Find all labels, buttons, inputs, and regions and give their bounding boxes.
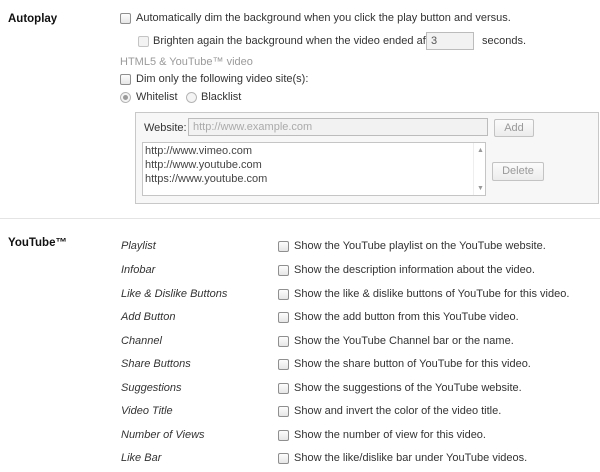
youtube-option-checkbox[interactable] (278, 289, 289, 300)
brighten-label: Brighten again the background when the v… (153, 35, 439, 47)
website-label: Website: (144, 122, 187, 134)
dim-only-checkbox[interactable] (120, 74, 131, 85)
youtube-option-name: Add Button (121, 311, 176, 323)
youtube-option-desc: Show and invert the color of the video t… (294, 405, 502, 417)
youtube-option-name: Video Title (121, 405, 173, 417)
youtube-option-name: Like & Dislike Buttons (121, 288, 228, 300)
youtube-option-name: Number of Views (121, 429, 205, 441)
dim-only-label: Dim only the following video site(s): (136, 73, 309, 85)
youtube-option-name: Playlist (121, 240, 156, 252)
youtube-option-desc: Show the YouTube playlist on the YouTube… (294, 240, 546, 252)
add-button[interactable]: Add (494, 119, 534, 137)
brighten-seconds-label: seconds. (482, 35, 527, 47)
brighten-checkbox[interactable] (138, 36, 149, 47)
youtube-option-desc: Show the number of view for this video. (294, 429, 486, 441)
brighten-seconds-input[interactable]: 3 (426, 32, 474, 50)
dim-on-play-checkbox[interactable] (120, 13, 131, 24)
listbox-scrollbar[interactable]: ▲ ▼ (473, 143, 486, 195)
youtube-option-name: Infobar (121, 264, 156, 276)
youtube-option-checkbox[interactable] (278, 336, 289, 347)
youtube-option-checkbox[interactable] (278, 265, 289, 276)
youtube-option-name: Suggestions (121, 382, 182, 394)
list-item[interactable]: http://www.youtube.com (145, 159, 262, 171)
whitelist-radio[interactable] (120, 92, 131, 103)
delete-button[interactable]: Delete (492, 162, 544, 181)
youtube-option-checkbox[interactable] (278, 406, 289, 417)
youtube-option-checkbox[interactable] (278, 383, 289, 394)
list-item[interactable]: https://www.youtube.com (145, 173, 267, 185)
youtube-option-checkbox[interactable] (278, 359, 289, 370)
youtube-option-desc: Show the add button from this YouTube vi… (294, 311, 519, 323)
youtube-option-checkbox[interactable] (278, 453, 289, 464)
youtube-option-checkbox[interactable] (278, 241, 289, 252)
website-input[interactable]: http://www.example.com (188, 118, 488, 136)
youtube-option-name: Channel (121, 335, 162, 347)
scroll-up-icon[interactable]: ▲ (477, 147, 484, 154)
whitelist-label: Whitelist (136, 91, 178, 103)
dim-on-play-label: Automatically dim the background when yo… (136, 12, 511, 24)
autoplay-section-title: Autoplay (8, 13, 58, 25)
blacklist-label: Blacklist (201, 91, 242, 103)
youtube-option-desc: Show the share button of YouTube for thi… (294, 358, 531, 370)
youtube-option-desc: Show the description information about t… (294, 264, 535, 276)
scroll-down-icon[interactable]: ▼ (477, 185, 484, 192)
blacklist-radio[interactable] (186, 92, 197, 103)
youtube-section-title: YouTube™ (8, 237, 67, 249)
youtube-option-name: Share Buttons (121, 358, 191, 370)
list-item[interactable]: http://www.vimeo.com (145, 145, 252, 157)
youtube-option-desc: Show the like & dislike buttons of YouTu… (294, 288, 570, 300)
site-listbox[interactable]: http://www.vimeo.com http://www.youtube.… (142, 142, 486, 196)
youtube-option-checkbox[interactable] (278, 312, 289, 323)
youtube-option-desc: Show the YouTube Channel bar or the name… (294, 335, 514, 347)
youtube-option-checkbox[interactable] (278, 430, 289, 441)
youtube-option-desc: Show the like/dislike bar under YouTube … (294, 452, 528, 464)
section-divider (0, 218, 600, 219)
youtube-option-name: Like Bar (121, 452, 162, 464)
html5-note: HTML5 & YouTube™ video (120, 56, 253, 68)
youtube-option-desc: Show the suggestions of the YouTube webs… (294, 382, 522, 394)
